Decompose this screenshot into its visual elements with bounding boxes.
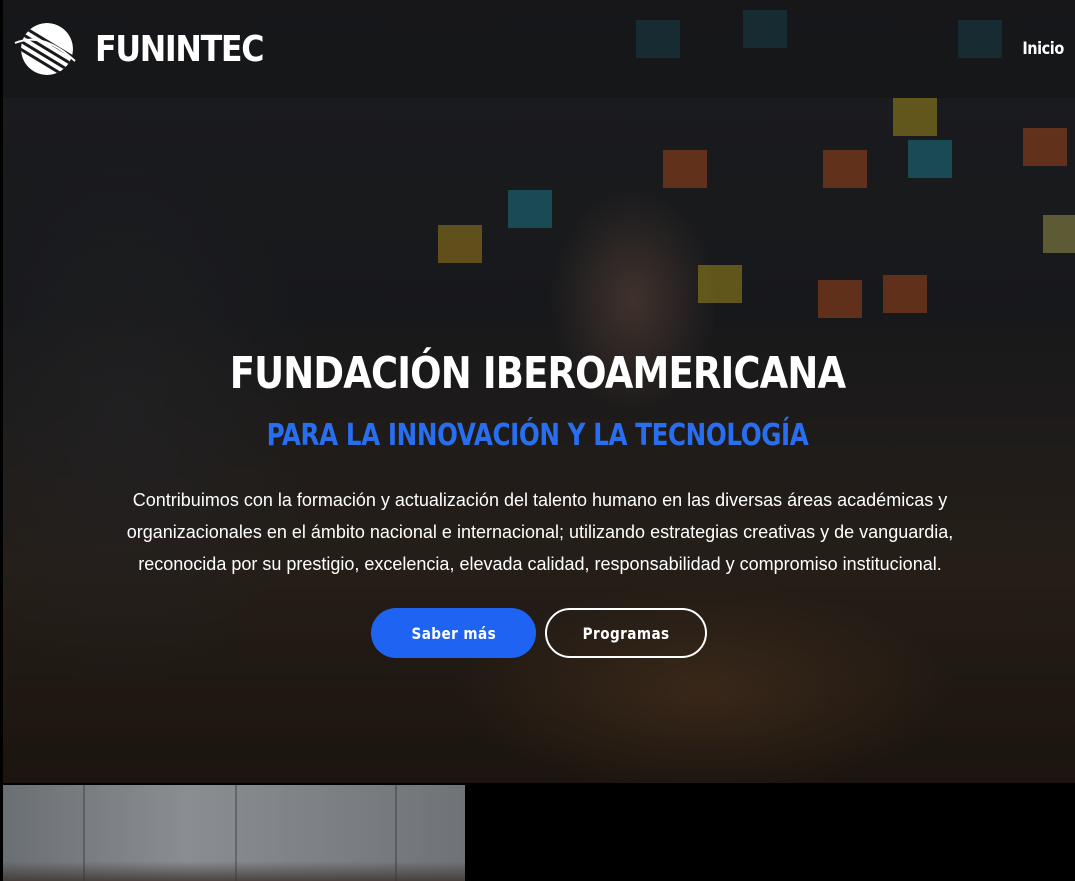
hero-title: FUNDACIÓN IBEROAMERICANA bbox=[229, 348, 846, 399]
brand-name: FUNINTEC bbox=[95, 28, 264, 70]
striped-globe-icon bbox=[14, 23, 76, 75]
section-image bbox=[3, 785, 465, 881]
section-dark-panel bbox=[465, 785, 1075, 881]
nav-link-inicio[interactable]: Inicio bbox=[1022, 39, 1064, 59]
top-navbar: FUNINTEC Inicio bbox=[3, 0, 1075, 98]
hero-description: Contribuimos con la formación y actualiz… bbox=[70, 484, 1010, 580]
hero-subtitle: PARA LA INNOVACIÓN Y LA TECNOLOGÍA bbox=[266, 418, 809, 453]
hero-description-line: reconocida por su prestigio, excelencia,… bbox=[138, 554, 942, 574]
hero-description-line: Contribuimos con la formación y actualiz… bbox=[132, 490, 948, 510]
programas-label: Programas bbox=[582, 623, 670, 643]
programas-button[interactable]: Programas bbox=[545, 608, 707, 658]
saber-mas-label: Saber más bbox=[411, 623, 496, 643]
hero-description-line: organizacionales en el ámbito nacional e… bbox=[126, 522, 954, 542]
saber-mas-button[interactable]: Saber más bbox=[371, 608, 536, 658]
brand[interactable]: FUNINTEC bbox=[13, 21, 286, 77]
